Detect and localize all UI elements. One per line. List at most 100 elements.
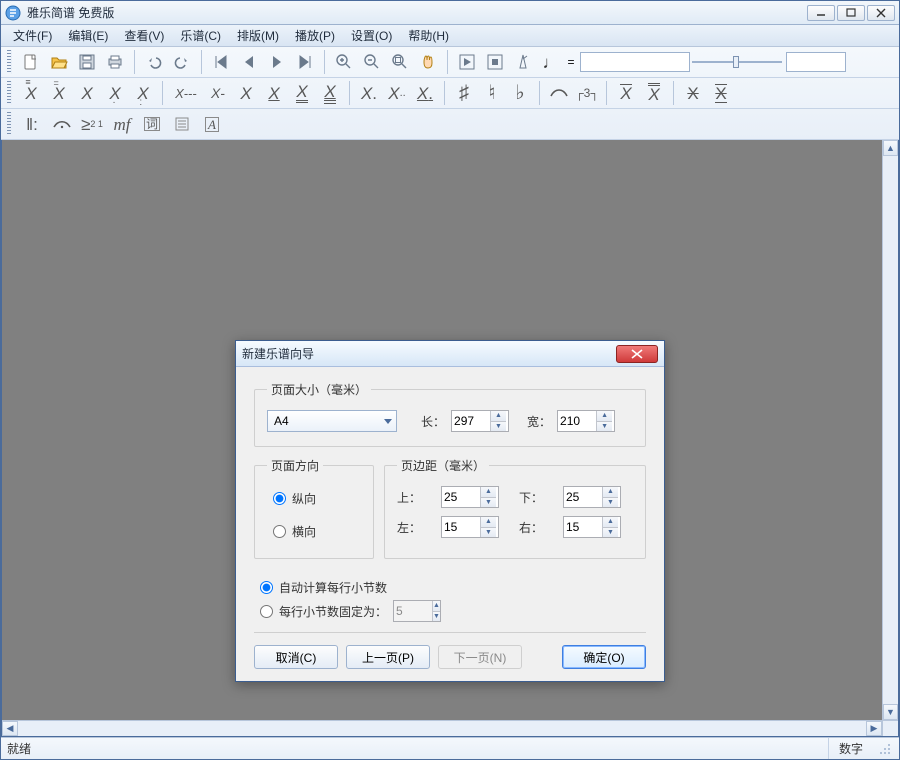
fixed-bars-option[interactable]: 每行小节数固定为： ▲▼ <box>260 600 646 622</box>
tempo-value[interactable] <box>786 52 846 72</box>
font-style-icon[interactable]: A <box>198 111 226 137</box>
nav-prev-icon[interactable] <box>236 49 262 75</box>
width-input[interactable] <box>558 412 596 430</box>
slur-icon[interactable] <box>48 111 76 137</box>
horizontal-scrollbar[interactable]: ◀ ▶ <box>2 720 882 736</box>
zoom-out-icon[interactable] <box>359 49 385 75</box>
nav-first-icon[interactable] <box>208 49 234 75</box>
dialog-title-bar[interactable]: 新建乐谱向导 <box>236 341 664 367</box>
spin-down-icon[interactable]: ▼ <box>602 528 618 538</box>
vertical-scrollbar[interactable]: ▲ ▼ <box>882 140 898 720</box>
margin-left-spinner[interactable]: ▲▼ <box>441 516 499 538</box>
note-x-icon[interactable]: X <box>74 80 100 106</box>
menu-help[interactable]: 帮助(H) <box>400 25 457 46</box>
dynamic-mf-icon[interactable]: mf <box>108 111 136 137</box>
zoom-fit-icon[interactable] <box>387 49 413 75</box>
staff-lines-icon[interactable] <box>168 111 196 137</box>
spin-down-icon[interactable]: ▼ <box>480 498 496 508</box>
new-icon[interactable] <box>18 49 44 75</box>
margin-right-input[interactable] <box>564 518 602 536</box>
orientation-landscape-option[interactable]: 横向 <box>273 523 361 540</box>
open-icon[interactable] <box>46 49 72 75</box>
redo-icon[interactable] <box>169 49 195 75</box>
x-under1-icon[interactable]: X <box>613 80 639 106</box>
duration-eighth-icon[interactable]: X <box>261 80 287 106</box>
toolbar-grip[interactable] <box>7 50 12 74</box>
double-dotted-icon[interactable]: X.. <box>384 80 410 106</box>
scroll-up-icon[interactable]: ▲ <box>883 140 898 156</box>
spin-up-icon[interactable]: ▲ <box>602 517 618 528</box>
auto-bars-radio[interactable] <box>260 581 273 594</box>
scroll-right-icon[interactable]: ▶ <box>866 721 882 736</box>
undo-icon[interactable] <box>141 49 167 75</box>
menu-settings[interactable]: 设置(O) <box>343 25 400 46</box>
paper-preset-combo[interactable]: A4 <box>267 410 397 432</box>
tempo-input[interactable] <box>580 52 690 72</box>
duration-sixteenth-icon[interactable]: X <box>289 80 315 106</box>
stop-icon[interactable] <box>482 49 508 75</box>
zoom-in-icon[interactable] <box>331 49 357 75</box>
spin-down-icon[interactable]: ▼ <box>602 498 618 508</box>
portrait-radio[interactable] <box>273 492 286 505</box>
tempo-slider[interactable] <box>692 52 782 72</box>
dotted-eighth-icon[interactable]: X. <box>412 80 438 106</box>
orientation-portrait-option[interactable]: 纵向 <box>273 490 361 507</box>
menu-layout[interactable]: 排版(M) <box>229 25 287 46</box>
repeat-start-icon[interactable]: ‖: <box>18 111 46 137</box>
print-icon[interactable] <box>102 49 128 75</box>
margin-left-input[interactable] <box>442 518 480 536</box>
rest1-icon[interactable]: X <box>680 80 706 106</box>
width-spinner[interactable]: ▲▼ <box>557 410 615 432</box>
minimize-button[interactable] <box>807 5 835 21</box>
fixed-bars-radio[interactable] <box>260 605 273 618</box>
play-icon[interactable] <box>454 49 480 75</box>
spin-down-icon[interactable]: ▼ <box>490 422 506 432</box>
spin-up-icon[interactable]: ▲ <box>602 487 618 498</box>
note-x-double-over-icon[interactable]: X= <box>46 80 72 106</box>
toolbar-grip[interactable] <box>7 81 12 105</box>
spin-up-icon[interactable]: ▲ <box>596 411 612 422</box>
save-icon[interactable] <box>74 49 100 75</box>
natural-icon[interactable]: ♮ <box>479 80 505 106</box>
flat-icon[interactable]: ♭ <box>507 80 533 106</box>
spin-down-icon[interactable]: ▼ <box>596 422 612 432</box>
resize-grip-icon[interactable] <box>877 741 893 757</box>
cancel-button[interactable]: 取消(C) <box>254 645 338 669</box>
margin-top-input[interactable] <box>442 488 480 506</box>
spin-down-icon[interactable]: ▼ <box>480 528 496 538</box>
ok-button[interactable]: 确定(O) <box>562 645 646 669</box>
menu-play[interactable]: 播放(P) <box>287 25 343 46</box>
menu-file[interactable]: 文件(F) <box>5 25 60 46</box>
length-spinner[interactable]: ▲▼ <box>451 410 509 432</box>
duration-whole-icon[interactable]: X--- <box>169 80 203 106</box>
accent-icon[interactable]: ≥2 1 <box>78 111 106 137</box>
menu-edit[interactable]: 编辑(E) <box>60 25 116 46</box>
scroll-down-icon[interactable]: ▼ <box>883 704 898 720</box>
sharp-icon[interactable]: ♯ <box>451 80 477 106</box>
duration-half-icon[interactable]: X- <box>205 80 231 106</box>
lyric-icon[interactable]: 词 <box>138 111 166 137</box>
landscape-radio[interactable] <box>273 525 286 538</box>
toolbar-grip[interactable] <box>7 112 12 136</box>
dotted-icon[interactable]: X. <box>356 80 382 106</box>
scroll-left-icon[interactable]: ◀ <box>2 721 18 736</box>
duration-quarter-icon[interactable]: X <box>233 80 259 106</box>
close-button[interactable] <box>867 5 895 21</box>
margin-bottom-spinner[interactable]: ▲▼ <box>563 486 621 508</box>
x-under2-icon[interactable]: X <box>641 80 667 106</box>
note-x-dots-under-icon[interactable]: X: <box>130 80 156 106</box>
tie-icon[interactable] <box>546 80 572 106</box>
menu-score[interactable]: 乐谱(C) <box>172 25 229 46</box>
pan-icon[interactable] <box>415 49 441 75</box>
spin-up-icon[interactable]: ▲ <box>490 411 506 422</box>
note-x-dot-under-icon[interactable]: X· <box>102 80 128 106</box>
menu-view[interactable]: 查看(V) <box>116 25 172 46</box>
spin-up-icon[interactable]: ▲ <box>480 517 496 528</box>
margin-bottom-input[interactable] <box>564 488 602 506</box>
maximize-button[interactable] <box>837 5 865 21</box>
spin-up-icon[interactable]: ▲ <box>480 487 496 498</box>
dialog-close-button[interactable] <box>616 345 658 363</box>
nav-last-icon[interactable] <box>292 49 318 75</box>
duration-thirtysecond-icon[interactable]: X <box>317 80 343 106</box>
prev-page-button[interactable]: 上一页(P) <box>346 645 430 669</box>
